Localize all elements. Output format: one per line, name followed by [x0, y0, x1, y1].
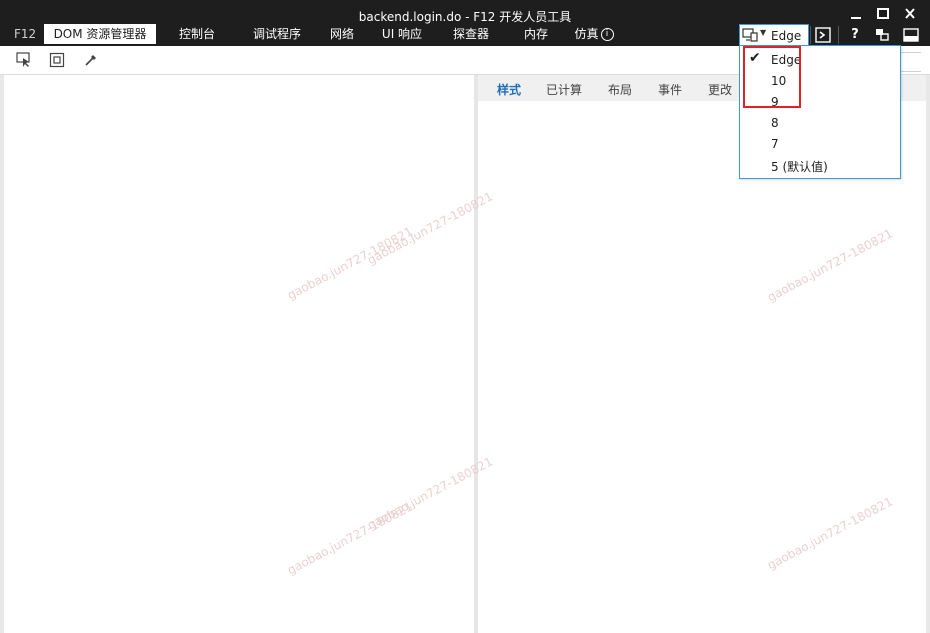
info-icon: i	[600, 28, 614, 41]
minimize-button[interactable]	[845, 5, 867, 23]
tab-styles[interactable]: 样式	[497, 81, 521, 98]
document-mode-dropdown[interactable]: ▼ Edge	[739, 24, 809, 47]
pin-button[interactable]	[873, 26, 891, 44]
dom-tree-pane	[0, 75, 477, 633]
maximize-icon	[877, 8, 889, 19]
f12-label: F12	[14, 27, 37, 41]
help-icon: ?	[851, 27, 859, 42]
console-icon	[815, 27, 831, 43]
select-element-button[interactable]	[16, 52, 32, 68]
document-mode-value: Edge	[771, 29, 802, 43]
tab-console[interactable]: 控制台	[170, 24, 224, 44]
annotation-highlight-box	[743, 46, 801, 108]
tab-memory[interactable]: 内存	[516, 24, 556, 44]
maximize-button[interactable]	[872, 5, 894, 23]
console-button[interactable]	[814, 26, 832, 44]
menu-item-7[interactable]: 7	[771, 137, 779, 151]
select-element-icon	[16, 52, 30, 67]
tab-emulation[interactable]: 仿真 i	[566, 24, 622, 44]
close-icon	[905, 8, 915, 19]
tab-events[interactable]: 事件	[658, 81, 682, 98]
tab-ui-responsiveness[interactable]: UI 响应	[374, 24, 430, 44]
tab-profiler[interactable]: 探查器	[446, 24, 496, 44]
help-button[interactable]: ?	[846, 26, 864, 44]
tab-debugger[interactable]: 调试程序	[244, 24, 310, 44]
tab-changes[interactable]: 更改	[708, 81, 732, 98]
menu-item-8[interactable]: 8	[771, 116, 779, 130]
pin-icon	[876, 29, 889, 41]
box-model-button[interactable]	[49, 52, 65, 68]
tab-emulation-label: 仿真	[574, 27, 599, 41]
tab-dom-explorer[interactable]: DOM 资源管理器	[44, 24, 156, 44]
divider	[810, 26, 811, 44]
search-input[interactable]	[898, 52, 921, 72]
close-button[interactable]	[899, 5, 921, 23]
window-title: backend.login.do - F12 开发人员工具	[358, 10, 572, 24]
minimize-icon	[851, 17, 861, 19]
chevron-down-icon: ▼	[760, 28, 767, 37]
dock-button[interactable]	[902, 26, 920, 44]
divider	[838, 26, 839, 44]
title-bar: backend.login.do - F12 开发人员工具 F12 DOM 资源…	[0, 0, 930, 47]
tab-network[interactable]: 网络	[322, 24, 362, 44]
monitor-icon	[742, 28, 758, 42]
tab-computed[interactable]: 已计算	[546, 81, 582, 98]
box-model-icon	[49, 52, 65, 68]
dock-icon	[903, 28, 919, 42]
eyedropper-button[interactable]	[83, 52, 99, 68]
menu-item-5-default[interactable]: 5 (默认值)	[771, 158, 828, 175]
tab-layout[interactable]: 布局	[608, 81, 632, 98]
eyedropper-icon	[85, 55, 96, 66]
